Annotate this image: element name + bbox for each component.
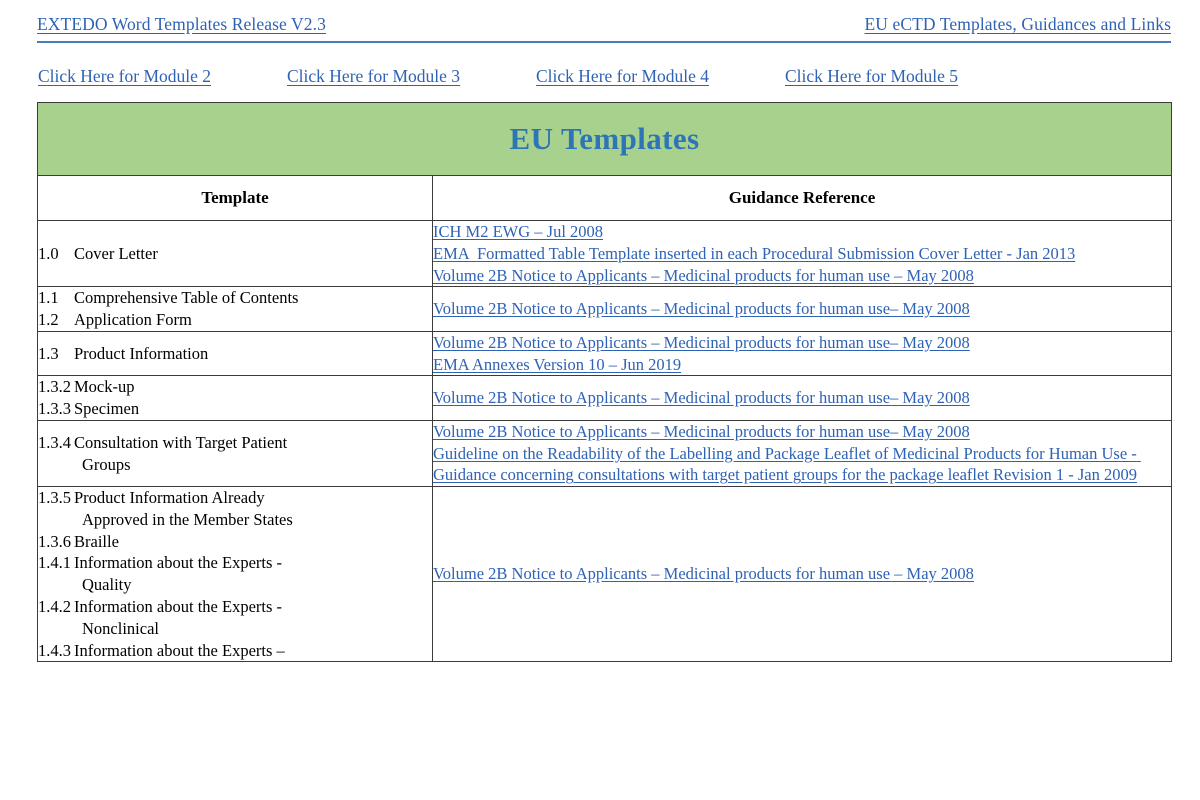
template-line: 1.4.3 Information about the Experts – [38,640,432,662]
template-line: 1.3 Product Information [38,343,432,365]
template-section-label: Mock-up [74,377,135,397]
template-section-number: 1.3.2 [38,377,71,397]
guidance-reference-link[interactable]: Volume 2B Notice to Applicants – Medicin… [433,387,1171,409]
guidance-reference-link[interactable]: EMA Formatted Table Template inserted in… [433,243,1171,265]
table-body: EU Templates Template Guidance Reference… [37,102,1172,663]
guidance-reference-cell: Volume 2B Notice to Applicants – Medicin… [432,286,1172,332]
table-row: 1.0 Cover Letter ICH M2 EWG – Jul 2008 EMA … [37,219,1172,288]
module-link-bar: Click Here for Module 2 Click Here for M… [38,66,1038,87]
table-banner-cell: EU Templates [37,102,1172,176]
template-cell: 1.3.4 Consultation with Target Patient Gro… [37,419,433,488]
template-section-number: 1.3 [38,343,59,363]
template-section-label: Product Information Already [74,488,265,508]
column-header-template: Template [37,175,433,221]
template-line: Approved in the Member States [82,509,293,529]
template-section-label: Comprehensive Table of Contents [74,288,299,308]
header-left-title[interactable]: EXTEDO Word Templates Release V2.3 [37,14,326,35]
template-cell: 1.1 Comprehensive Table of Contents 1.2 App… [37,286,433,332]
guidance-reference-link[interactable]: Guideline on the Readability of the Labe… [433,443,1171,487]
table-banner-row: EU Templates [37,102,1172,176]
template-line: 1.3.3 Specimen [38,398,432,420]
table-row: 1.3 Product Information Volume 2B Notice t… [37,330,1172,377]
template-section-label: Product Information [74,343,209,363]
module-link-2[interactable]: Click Here for Module 2 [38,66,287,87]
template-section-label: Specimen [74,399,140,419]
template-section-number: 1.4.3 [38,640,71,660]
column-header-guidance-label: Guidance Reference [728,188,876,207]
guidance-reference-cell: Volume 2B Notice to Applicants – Medicin… [432,419,1172,488]
template-section-number: 1.3.3 [38,399,71,419]
template-line: Quality [82,575,132,595]
eu-templates-table: EU Templates Template Guidance Reference… [37,102,1172,663]
template-section-number: 1.4.2 [38,597,71,617]
guidance-reference-link[interactable]: Volume 2B Notice to Applicants – Medicin… [433,421,1171,443]
guidance-reference-link[interactable]: ICH M2 EWG – Jul 2008 [433,221,1171,243]
template-line: 1.1 Comprehensive Table of Contents [38,287,432,309]
template-section-number: 1.1 [38,288,59,308]
module-link-3[interactable]: Click Here for Module 3 [287,66,536,87]
column-header-guidance: Guidance Reference [432,175,1172,221]
guidance-reference-link[interactable]: Volume 2B Notice to Applicants – Medicin… [433,298,1171,320]
table-row: 1.3.5 Product Information Already Approved… [37,486,1172,663]
guidance-reference-link[interactable]: EMA Annexes Version 10 – Jun 2019 [433,354,1171,376]
guidance-reference-link[interactable]: Volume 2B Notice to Applicants – Medicin… [433,265,1171,287]
template-section-number: 1.4.1 [38,553,71,573]
header-right-title[interactable]: EU eCTD Templates, Guidances and Links [865,14,1172,35]
module-link-5[interactable]: Click Here for Module 5 [785,66,1034,87]
template-line: 1.4.1 Information about the Experts - [38,552,432,574]
table-row: 1.3.2 Mock-up 1.3.3 Specimen Volume 2B Notic… [37,375,1172,421]
table-row: 1.3.4 Consultation with Target Patient Gro… [37,419,1172,488]
header-divider [37,41,1171,43]
template-section-label: Information about the Experts – [74,640,285,660]
guidance-reference-cell: Volume 2B Notice to Applicants – Medicin… [432,375,1172,421]
template-line: 1.3.6 Braille [38,531,432,553]
document-page: EXTEDO Word Templates Release V2.3 EU eC… [0,0,1200,800]
template-section-number: 1.3.4 [38,432,71,452]
template-section-label: Consultation with Target Patient [74,432,288,452]
column-header-template-label: Template [201,188,269,207]
template-cell: 1.3 Product Information [37,330,433,377]
document-header: EXTEDO Word Templates Release V2.3 EU eC… [37,14,1171,35]
template-line: 1.3.2 Mock-up [38,376,432,398]
table-row: 1.1 Comprehensive Table of Contents 1.2 App… [37,286,1172,332]
template-section-label: Cover Letter [74,243,158,263]
guidance-reference-link[interactable]: Volume 2B Notice to Applicants – Medicin… [433,563,1171,585]
guidance-reference-cell: Volume 2B Notice to Applicants – Medicin… [432,486,1172,663]
template-section-number: 1.2 [38,310,59,330]
template-line: 1.3.5 Product Information Already [38,487,432,509]
template-section-number: 1.3.5 [38,488,71,508]
guidance-reference-cell: Volume 2B Notice to Applicants – Medicin… [432,330,1172,377]
template-line: 1.0 Cover Letter [38,243,432,265]
template-section-label: Braille [74,531,119,551]
template-cell: 1.0 Cover Letter [37,219,433,288]
template-line: Groups [82,454,131,474]
template-cell: 1.3.5 Product Information Already Approved… [37,486,433,663]
template-line: Nonclinical [82,618,159,638]
table-title: EU Templates [509,121,700,156]
template-line: 1.2 Application Form [38,309,432,331]
template-section-number: 1.0 [38,243,59,263]
template-section-number: 1.3.6 [38,531,71,551]
guidance-reference-cell: ICH M2 EWG – Jul 2008 EMA Formatted Table… [432,219,1172,288]
template-section-label: Information about the Experts - [74,597,283,617]
template-line: 1.3.4 Consultation with Target Patient [38,432,432,454]
template-section-label: Information about the Experts - [74,553,283,573]
template-section-label: Application Form [74,310,192,330]
table-header-row: Template Guidance Reference [37,175,1172,221]
guidance-reference-link[interactable]: Volume 2B Notice to Applicants – Medicin… [433,332,1171,354]
template-line: 1.4.2 Information about the Experts - [38,596,432,618]
module-link-4[interactable]: Click Here for Module 4 [536,66,785,87]
template-cell: 1.3.2 Mock-up 1.3.3 Specimen [37,375,433,421]
